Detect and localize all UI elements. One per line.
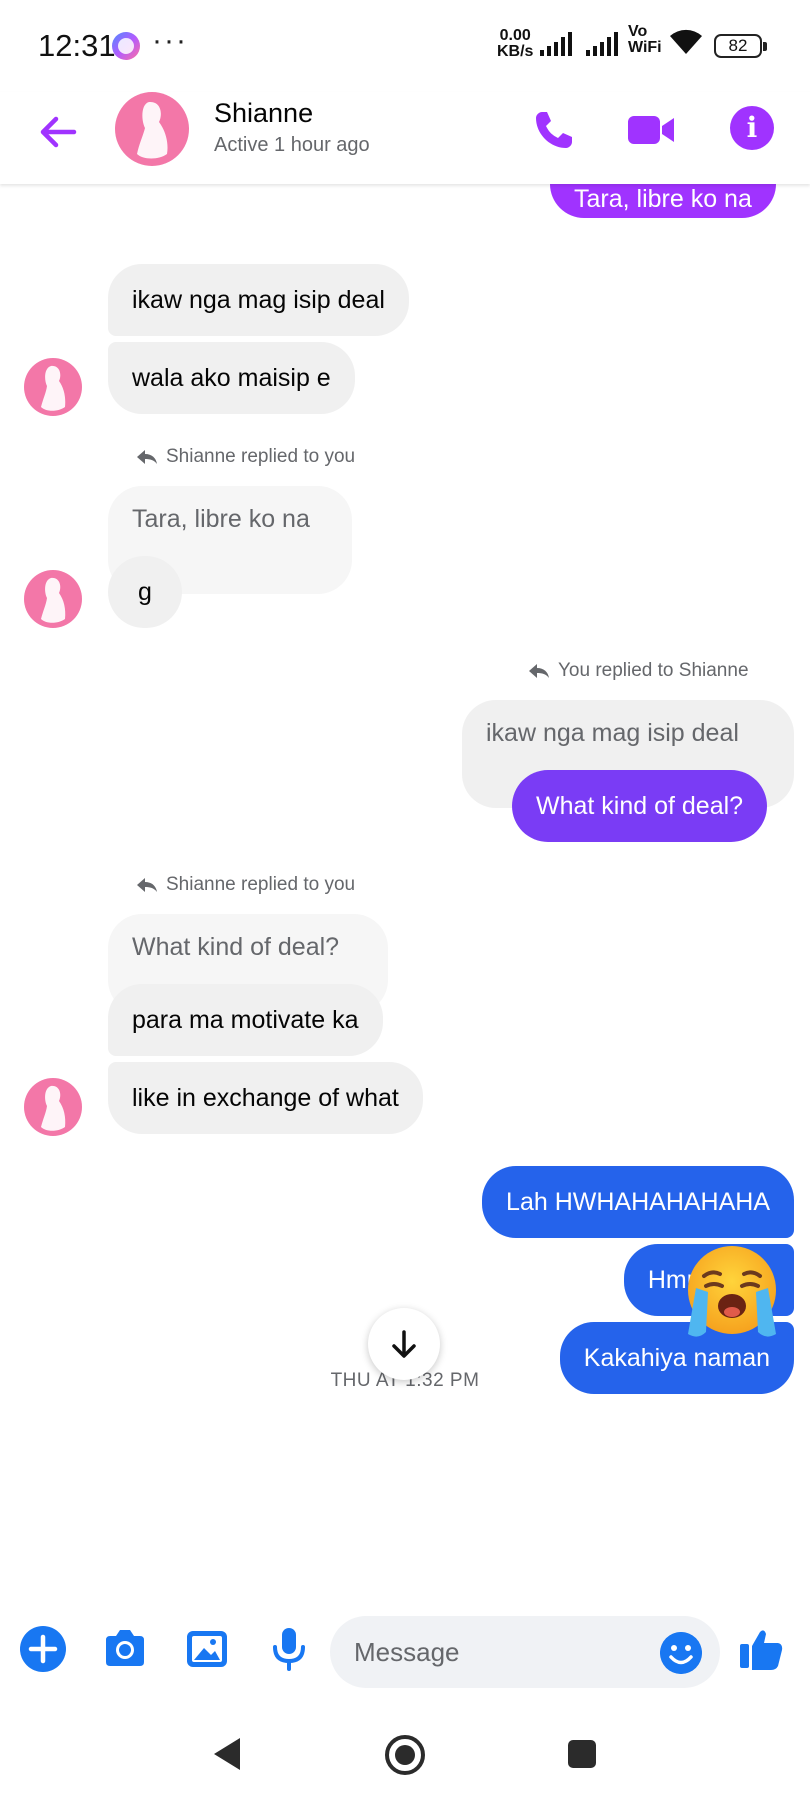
incoming-message[interactable]: ikaw nga mag isip deal [108, 264, 409, 336]
back-arrow-icon[interactable] [34, 108, 82, 156]
reply-indicator-text: You replied to Shianne [558, 660, 749, 681]
status-time: 12:31 [38, 28, 116, 63]
plus-icon[interactable] [18, 1624, 68, 1674]
gallery-icon[interactable] [182, 1624, 232, 1674]
incoming-message[interactable]: para ma motivate ka [108, 984, 383, 1056]
thumbs-up-icon[interactable] [738, 1626, 784, 1672]
camera-icon[interactable] [100, 1624, 150, 1674]
nav-home-icon[interactable] [384, 1734, 426, 1776]
more-notifications-icon: ··· [152, 24, 188, 57]
outgoing-message[interactable]: Tara, libre ko na [550, 184, 776, 218]
status-bar: 12:31 ··· 0.00 KB/s Vo WiFi 82 [0, 0, 810, 92]
reply-indicator-text: Shianne replied to you [166, 446, 356, 467]
contact-avatar-small[interactable] [24, 358, 82, 416]
avatar-silhouette-icon [137, 101, 168, 159]
reply-indicator: Shianne replied to you [136, 446, 355, 468]
message-composer [0, 1594, 810, 1706]
contact-avatar-small[interactable] [24, 1078, 82, 1136]
outgoing-message[interactable]: What kind of deal? [512, 770, 768, 842]
network-rate: 0.00 KB/s [497, 28, 533, 60]
loudly-crying-face-icon[interactable] [682, 1242, 782, 1342]
system-navigation-bar [0, 1706, 810, 1800]
outgoing-message[interactable]: Lah HWHAHAHAHAHA [482, 1166, 794, 1238]
nav-recents-icon[interactable] [566, 1738, 598, 1770]
reply-indicator-text: Shianne replied to you [166, 874, 356, 895]
vowifi-indicator: Vo WiFi [628, 24, 662, 56]
reply-arrow-icon [137, 450, 157, 464]
nav-back-icon[interactable] [210, 1736, 244, 1772]
avatar-silhouette-icon [41, 365, 66, 411]
conversation-header: Shianne Active 1 hour ago i [0, 92, 810, 184]
emoji-icon[interactable] [660, 1632, 702, 1674]
contact-avatar-small[interactable] [24, 570, 82, 628]
video-call-icon[interactable] [626, 106, 678, 154]
phone-call-icon[interactable] [530, 106, 578, 154]
reply-indicator: You replied to Shianne [528, 660, 749, 682]
arrow-down-icon [392, 1330, 416, 1358]
vowifi-bottom-label: WiFi [628, 39, 662, 56]
avatar-silhouette-icon [41, 577, 66, 623]
reply-indicator: Shianne replied to you [136, 874, 355, 896]
network-rate-value: 0.00 [499, 27, 531, 44]
contact-avatar[interactable] [115, 92, 189, 166]
message-thread[interactable]: Tara, libre ko na ikaw nga mag isip deal… [0, 184, 810, 1594]
avatar-silhouette-icon [41, 1085, 66, 1131]
vowifi-top-label: Vo [628, 23, 648, 40]
wifi-icon [670, 29, 702, 54]
incoming-message[interactable]: like in exchange of what [108, 1062, 423, 1134]
contact-name[interactable]: Shianne [214, 98, 313, 129]
signal-strength-2-icon [586, 32, 618, 56]
conversation-info-icon[interactable]: i [730, 106, 774, 150]
reply-arrow-icon [529, 664, 549, 678]
scroll-to-bottom-button[interactable] [368, 1308, 440, 1380]
network-rate-unit: KB/s [497, 43, 534, 60]
incoming-message[interactable]: wala ako maisip e [108, 342, 355, 414]
signal-strength-icon [540, 32, 572, 56]
microphone-icon[interactable] [264, 1624, 314, 1674]
reply-arrow-icon [137, 878, 157, 892]
contact-active-status: Active 1 hour ago [214, 134, 370, 156]
battery-indicator: 82 [714, 34, 767, 58]
messenger-notification-icon [112, 32, 140, 60]
incoming-message[interactable]: g [108, 556, 182, 628]
